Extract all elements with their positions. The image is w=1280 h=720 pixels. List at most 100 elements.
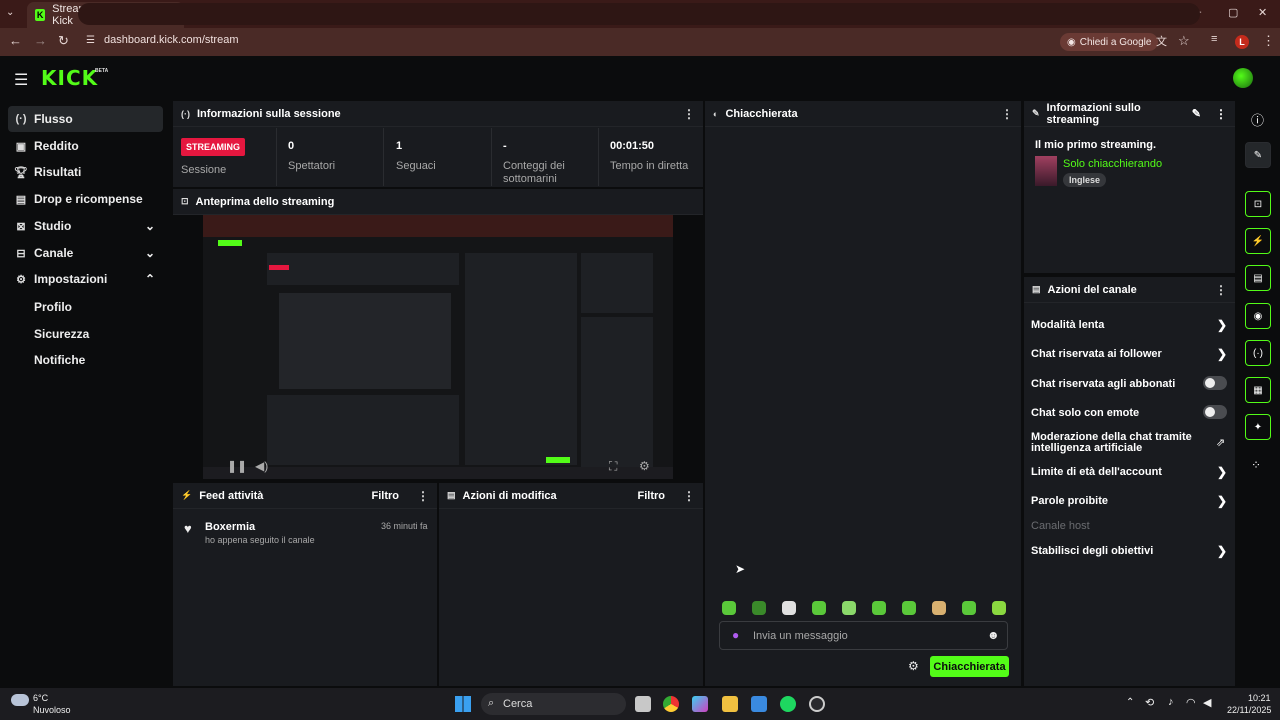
action-parole-proibite[interactable]: Parole proibite ❯ <box>1031 495 1227 507</box>
kebab-menu-icon[interactable]: ⋮ <box>1001 107 1013 121</box>
rail-session-button[interactable]: (·) <box>1245 340 1271 366</box>
action-limite-eta[interactable]: Limite di età dell'account ❯ <box>1031 466 1227 478</box>
category-link[interactable]: Solo chiacchierando <box>1063 158 1162 170</box>
sidebar-subitem-notifiche[interactable]: Notifiche <box>34 353 85 367</box>
rail-preview-button[interactable]: ⊡ <box>1245 191 1271 217</box>
feed-filter-button[interactable]: Filtro <box>372 490 400 502</box>
ask-google-button[interactable]: ◉ Chiedi a Google <box>1060 33 1159 51</box>
forward-icon[interactable]: → <box>34 33 47 48</box>
channel-icon: ▦ <box>1253 384 1263 396</box>
hamburger-menu-icon[interactable]: ☰ <box>14 70 28 90</box>
sidebar-item-risultati[interactable]: 🏆︎ Risultati <box>8 159 163 185</box>
info-icon[interactable]: ⓘ <box>1251 110 1264 129</box>
kick-favicon-icon: K <box>35 9 46 21</box>
sidebar-item-impostazioni[interactable]: ⚙ Impostazioni ⌃ <box>8 266 163 292</box>
obs-icon[interactable] <box>809 696 825 712</box>
user-avatar[interactable] <box>1233 68 1253 88</box>
sidebar-subitem-profilo[interactable]: Profilo <box>34 300 72 314</box>
url-field[interactable] <box>78 3 1200 25</box>
clock-time[interactable]: 10:21 <box>1248 693 1271 703</box>
emoji-icon[interactable]: ☻ <box>987 628 1000 642</box>
sidebar-item-studio[interactable]: ⊠ Studio ⌄ <box>8 213 163 239</box>
rail-chat-button[interactable]: ◉ <box>1245 303 1271 329</box>
browser-menu-icon[interactable]: ⋮ <box>1262 33 1275 49</box>
action-modalita-lenta[interactable]: Modalità lenta ❯ <box>1031 319 1227 331</box>
stat-value: 00:01:50 <box>610 140 655 152</box>
maximize-button[interactable]: ▢ <box>1228 6 1238 19</box>
rail-stream-info-button[interactable]: ✦ <box>1245 414 1271 440</box>
close-window-button[interactable]: ✕ <box>1258 6 1267 19</box>
emote-2[interactable] <box>752 601 766 615</box>
tray-chevron-icon[interactable]: ⌃ <box>1126 697 1134 708</box>
store-icon[interactable] <box>751 696 767 712</box>
layout-icon[interactable]: ⁘ <box>1251 458 1261 472</box>
chrome-icon[interactable] <box>663 696 679 712</box>
kebab-menu-icon[interactable]: ⋮ <box>683 489 695 503</box>
microphone-icon[interactable]: ● <box>732 628 739 642</box>
stat-label: Conteggi dei sottomarini <box>503 160 565 185</box>
taskbar-search[interactable]: ⌕ Cerca <box>481 693 626 715</box>
emote-only-toggle[interactable] <box>1203 405 1227 419</box>
rail-edit-button[interactable]: ✎ <box>1245 142 1271 168</box>
preview-volume-icon[interactable]: ◀) <box>255 459 268 473</box>
emote-8[interactable] <box>932 601 946 615</box>
subscribers-chat-toggle[interactable] <box>1203 376 1227 390</box>
spotify-icon[interactable] <box>780 696 796 712</box>
sidebar-item-canale[interactable]: ⊟ Canale ⌄ <box>8 240 163 266</box>
task-view-icon[interactable] <box>635 696 651 712</box>
file-explorer-icon[interactable] <box>722 696 738 712</box>
sidebar-item-flusso[interactable]: (·) Flusso <box>8 106 163 132</box>
search-icon: ⌕ <box>488 697 495 709</box>
translate-icon[interactable]: 文 <box>1156 33 1167 49</box>
copilot-icon[interactable] <box>692 696 708 712</box>
emote-1[interactable] <box>722 601 736 615</box>
emote-3[interactable] <box>782 601 796 615</box>
emote-7[interactable] <box>902 601 916 615</box>
stream-preview-video[interactable]: ❚❚ ◀) ⛶ ⚙ <box>203 215 673 479</box>
sidebar-item-drop[interactable]: ▤ Drop e ricompense <box>8 186 163 212</box>
tray-wifi-icon[interactable]: ◠ <box>1186 696 1196 709</box>
emote-9[interactable] <box>962 601 976 615</box>
tab-list-button[interactable]: ⌄ <box>6 7 14 18</box>
kebab-menu-icon[interactable]: ⋮ <box>417 489 429 503</box>
emote-10[interactable] <box>992 601 1006 615</box>
back-icon[interactable]: ← <box>9 33 22 48</box>
session-title: Informazioni sulla sessione <box>197 107 341 120</box>
kick-logo[interactable]: KICK <box>41 66 98 90</box>
sidebar-item-reddito[interactable]: ▣ Reddito <box>8 133 163 159</box>
rail-feed-button[interactable]: ⚡ <box>1245 228 1271 254</box>
feed-user[interactable]: Boxermia <box>205 521 255 533</box>
emote-5[interactable] <box>842 601 856 615</box>
chat-message-input[interactable]: ● Invia un messaggio ☻ <box>719 621 1008 650</box>
tray-sync-icon[interactable]: ⟲ <box>1145 696 1154 709</box>
action-obiettivi[interactable]: Stabilisci degli obiettivi ❯ <box>1031 545 1227 557</box>
reload-icon[interactable]: ↻ <box>58 33 69 49</box>
rail-mod-button[interactable]: ▤ <box>1245 265 1271 291</box>
preview-settings-icon[interactable]: ⚙ <box>639 459 650 473</box>
emote-6[interactable] <box>872 601 886 615</box>
kebab-menu-icon[interactable]: ⋮ <box>683 107 695 121</box>
send-chat-button[interactable]: Chiacchierata <box>930 656 1009 677</box>
edit-icon[interactable]: ✎ <box>1192 107 1201 120</box>
emote-4[interactable] <box>812 601 826 615</box>
action-chat-follower[interactable]: Chat riservata ai follower ❯ <box>1031 348 1227 360</box>
external-link-icon[interactable]: ⇗ <box>1216 436 1225 449</box>
mod-filter-button[interactable]: Filtro <box>638 490 666 502</box>
chat-settings-icon[interactable]: ⚙ <box>908 659 919 673</box>
kebab-menu-icon[interactable]: ⋮ <box>1215 283 1227 297</box>
kebab-menu-icon[interactable]: ⋮ <box>1215 107 1227 121</box>
reading-list-icon[interactable]: ≡ <box>1211 33 1217 45</box>
tray-volume-icon[interactable]: ◀ <box>1203 696 1211 709</box>
sidebar-subitem-sicurezza[interactable]: Sicurezza <box>34 327 89 341</box>
site-info-icon[interactable]: ☰ <box>86 35 95 46</box>
action-moderazione-ai[interactable]: Moderazione della chat tramite intellige… <box>1031 432 1206 454</box>
tray-mic-icon[interactable]: ♪ <box>1168 696 1174 708</box>
clock-date[interactable]: 22/11/2025 <box>1227 705 1271 715</box>
broadcast-icon: (·) <box>15 113 27 125</box>
profile-avatar[interactable]: L <box>1235 35 1249 49</box>
bookmark-star-icon[interactable]: ☆ <box>1178 33 1190 49</box>
rail-channel-actions-button[interactable]: ▦ <box>1245 377 1271 403</box>
preview-pause-icon[interactable]: ❚❚ <box>227 459 247 473</box>
windows-start-icon[interactable] <box>455 696 471 712</box>
preview-fullscreen-icon[interactable]: ⛶ <box>609 459 617 474</box>
